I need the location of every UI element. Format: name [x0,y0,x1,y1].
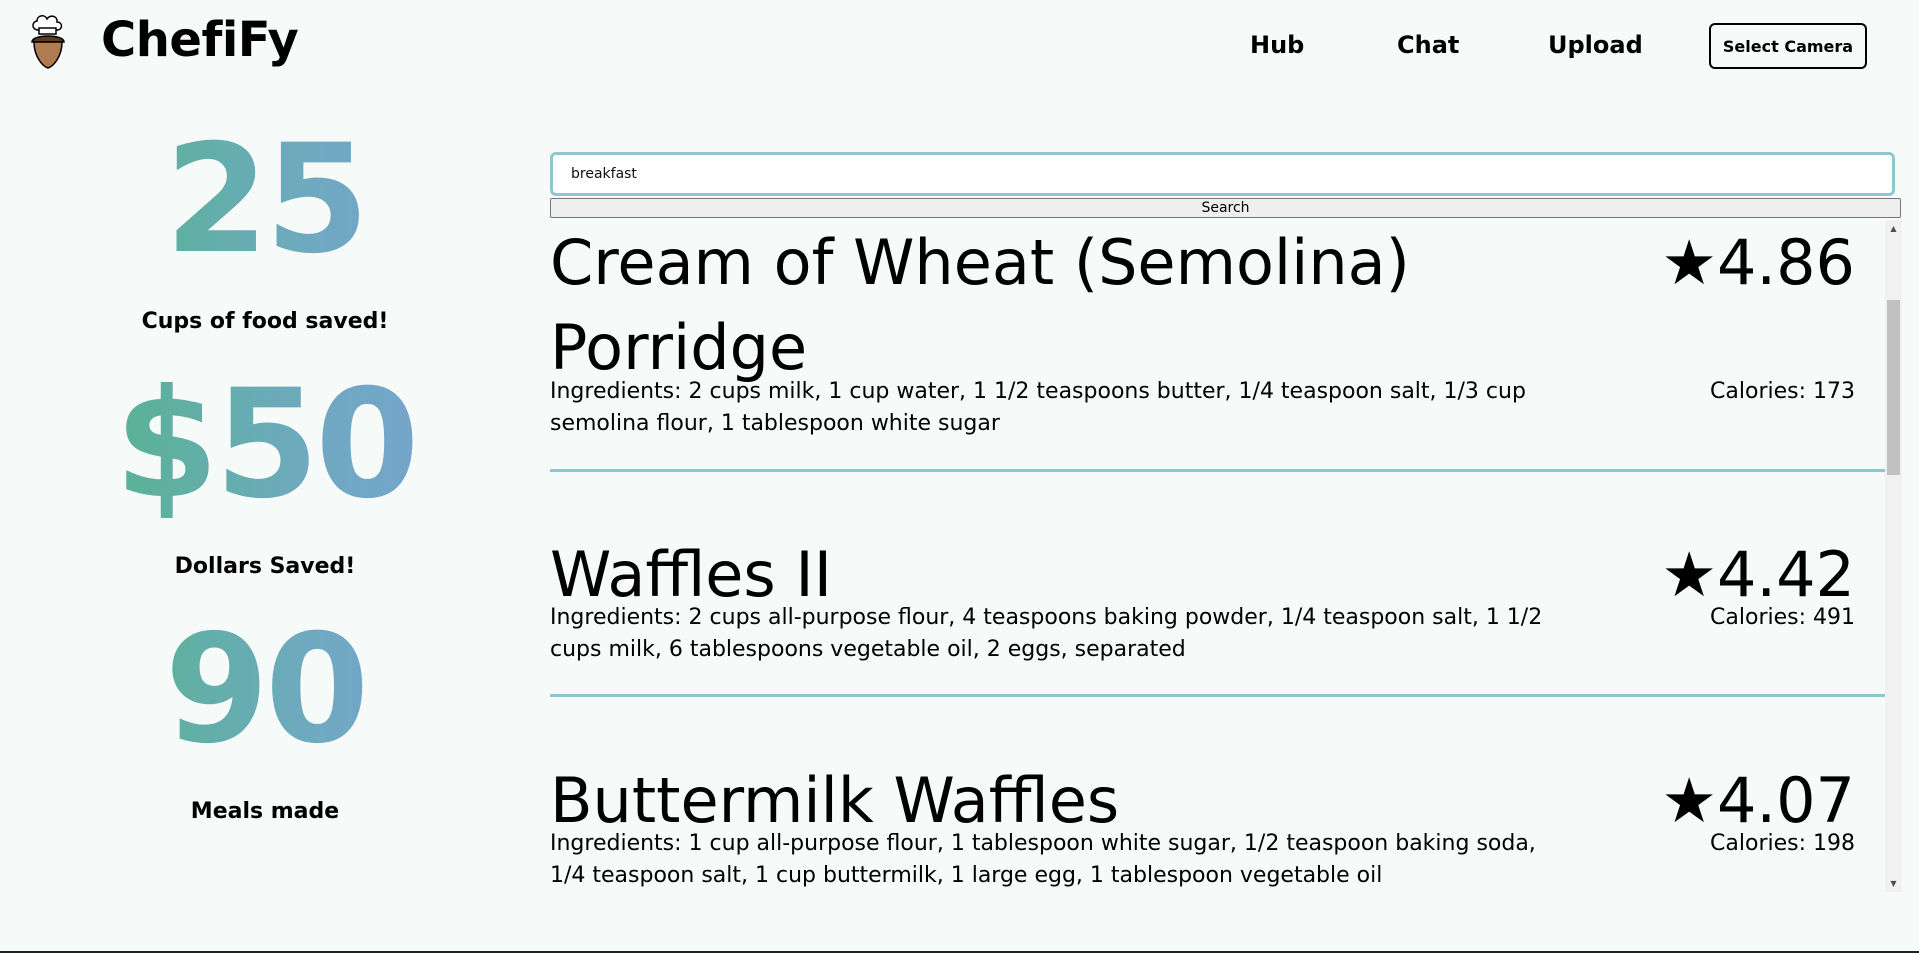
select-camera-button[interactable]: Select Camera [1709,23,1867,69]
recipe-calories: Calories: 491 [1710,605,1855,630]
recipe-results-list[interactable]: Cream of Wheat (Semolina) Porridge ★4.86… [550,220,1885,892]
brand-name[interactable]: ChefiFy [101,10,299,70]
search-input[interactable] [550,152,1895,196]
nav-upload-link[interactable]: Upload [1548,28,1643,62]
meals-made-label: Meals made [190,799,340,824]
recipe-card[interactable]: Buttermilk Waffles ★4.07 Ingredients: 1 … [550,758,1885,892]
recipe-ingredients: Ingredients: 1 cup all-purpose flour, 1 … [550,831,1536,888]
food-saved-value: 25 [0,120,530,280]
meals-made-value: 90 [0,610,530,770]
recipe-card[interactable]: Cream of Wheat (Semolina) Porridge ★4.86… [550,220,1885,472]
acorn-chef-hat-icon[interactable] [26,10,70,70]
recipe-ingredients: Ingredients: 2 cups milk, 1 cup water, 1… [550,379,1526,436]
recipe-calories: Calories: 173 [1710,379,1855,404]
search-button[interactable]: Search [550,198,1901,218]
recipe-ingredients: Ingredients: 2 cups all-purpose flour, 4… [550,605,1543,662]
results-scrollbar[interactable]: ▲ ▼ [1885,220,1902,892]
top-navbar: ChefiFy Hub Chat Upload Select Camera [0,0,1919,90]
nav-hub-link[interactable]: Hub [1250,28,1304,62]
food-saved-label: Cups of food saved! [141,309,389,334]
recipe-card[interactable]: Waffles II ★4.42 Ingredients: 2 cups all… [550,532,1885,697]
recipe-title[interactable]: Cream of Wheat (Semolina) Porridge [550,220,1550,390]
recipe-rating: ★4.86 [1661,226,1855,299]
triangle-down-icon[interactable]: ▼ [1885,875,1902,892]
scrollbar-thumb[interactable] [1887,300,1900,475]
recipe-calories: Calories: 198 [1710,831,1855,856]
nav-chat-link[interactable]: Chat [1397,28,1459,62]
triangle-up-icon[interactable]: ▲ [1885,220,1902,237]
dollars-saved-value: $50 [0,365,530,525]
dollars-saved-label: Dollars Saved! [174,554,356,579]
